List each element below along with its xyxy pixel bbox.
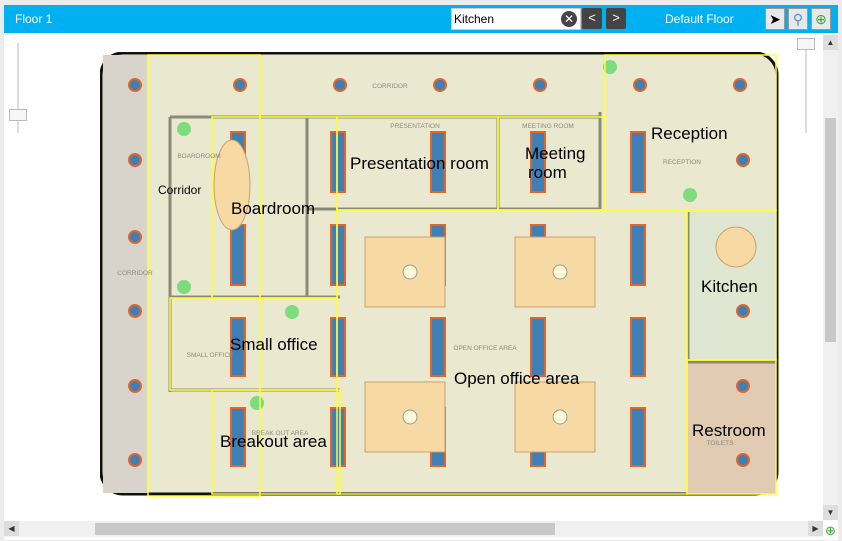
pillar xyxy=(128,304,142,318)
structural-column xyxy=(430,317,446,377)
map-room-label: MEETING ROOM xyxy=(522,123,574,130)
zone-label-kitchen[interactable]: Kitchen xyxy=(701,277,758,296)
structural-column xyxy=(630,407,646,467)
search-input[interactable] xyxy=(454,10,554,28)
pointer-icon[interactable]: ➤ xyxy=(765,8,785,30)
pillar xyxy=(736,379,750,393)
zone-label-open-office-area[interactable]: Open office area xyxy=(454,369,580,388)
pillar xyxy=(533,78,547,92)
pillar xyxy=(128,379,142,393)
magnifier-icon[interactable]: ⚲ xyxy=(788,8,808,30)
prev-result-button[interactable]: < xyxy=(582,8,602,29)
structural-column xyxy=(630,224,646,286)
pillar xyxy=(736,153,750,167)
desk-hub xyxy=(552,264,568,280)
pillar xyxy=(433,78,447,92)
zoom-slider-left-knob[interactable] xyxy=(9,109,27,121)
plant-icon xyxy=(177,122,191,136)
plant-icon xyxy=(285,305,299,319)
plant-icon xyxy=(683,188,697,202)
desk-hub xyxy=(402,264,418,280)
vertical-scrollbar[interactable]: ▲ ▼ xyxy=(823,35,838,520)
panel: Floor 1 ✕ < > Default Floor ➤ ⚲ ⊕ CORRID… xyxy=(4,5,838,540)
header-bar: Floor 1 ✕ < > Default Floor ➤ ⚲ ⊕ xyxy=(4,5,838,33)
zone-label-reception[interactable]: Reception xyxy=(651,124,728,143)
pillar xyxy=(233,78,247,92)
zone-label-boardroom[interactable]: Boardroom xyxy=(231,199,315,218)
next-result-button[interactable]: > xyxy=(606,8,626,29)
floor-title: Floor 1 xyxy=(15,12,53,26)
map-room-label: PRESENTATION xyxy=(390,123,440,130)
kitchen-table xyxy=(715,226,757,268)
pillar xyxy=(128,78,142,92)
desk-hub xyxy=(402,409,418,425)
map-room-label: RECEPTION xyxy=(663,159,701,166)
structural-column xyxy=(330,407,346,467)
horizontal-scroll-thumb[interactable] xyxy=(95,523,555,535)
crosshair-icon[interactable]: ⊕ xyxy=(811,8,831,30)
zoom-slider-right[interactable] xyxy=(805,43,807,133)
floor-name: Default Floor xyxy=(665,12,734,26)
map-room-label: TOILETS xyxy=(707,440,735,447)
horizontal-scrollbar[interactable]: ◀ ▶ xyxy=(4,521,823,537)
structural-column xyxy=(330,224,346,286)
zone-label-breakout-area[interactable]: Breakout area xyxy=(220,432,327,451)
scroll-right-arrow[interactable]: ▶ xyxy=(808,521,823,536)
floor-viewer: Floor 1 ✕ < > Default Floor ➤ ⚲ ⊕ CORRID… xyxy=(0,0,842,541)
map-room-label: CORRIDOR xyxy=(117,270,153,277)
map-room-label: BOARDROOM xyxy=(177,153,220,160)
pillar xyxy=(128,153,142,167)
map-room-label: CORRIDOR xyxy=(372,83,408,90)
desk-hub xyxy=(552,409,568,425)
plant-icon xyxy=(177,280,191,294)
structural-column xyxy=(330,317,346,377)
zoom-slider-right-knob[interactable] xyxy=(797,38,815,50)
scroll-left-arrow[interactable]: ◀ xyxy=(4,521,19,536)
structural-column xyxy=(530,317,546,377)
structural-column xyxy=(330,131,346,193)
pillar xyxy=(733,78,747,92)
pillar xyxy=(736,453,750,467)
map-room-label: OPEN OFFICE AREA xyxy=(453,345,517,352)
structural-column xyxy=(230,224,246,286)
map-room-label: SMALL OFFICE xyxy=(187,352,234,359)
pillar xyxy=(128,230,142,244)
vertical-scroll-thumb[interactable] xyxy=(825,118,836,342)
add-icon[interactable]: ⊕ xyxy=(825,523,836,539)
scroll-down-arrow[interactable]: ▼ xyxy=(823,505,838,520)
pillar xyxy=(333,78,347,92)
zone-label-restroom[interactable]: Restroom xyxy=(692,421,766,440)
clear-icon[interactable]: ✕ xyxy=(561,11,577,27)
scroll-up-arrow[interactable]: ▲ xyxy=(823,35,838,50)
zone-label-presentation-room[interactable]: Presentation room xyxy=(350,154,489,173)
pillar xyxy=(128,453,142,467)
pillar xyxy=(633,78,647,92)
zone-label-small-office[interactable]: Small office xyxy=(230,335,318,354)
zone-label-corridor[interactable]: Corridor xyxy=(158,183,201,197)
floor-plan: CORRIDOR BOARDROOM PRESENTATION MEETING ROO… xyxy=(100,52,779,497)
structural-column xyxy=(630,131,646,193)
plant-icon xyxy=(250,396,264,410)
structural-column xyxy=(630,317,646,377)
search-box[interactable]: ✕ xyxy=(451,8,581,30)
pillar xyxy=(736,304,750,318)
